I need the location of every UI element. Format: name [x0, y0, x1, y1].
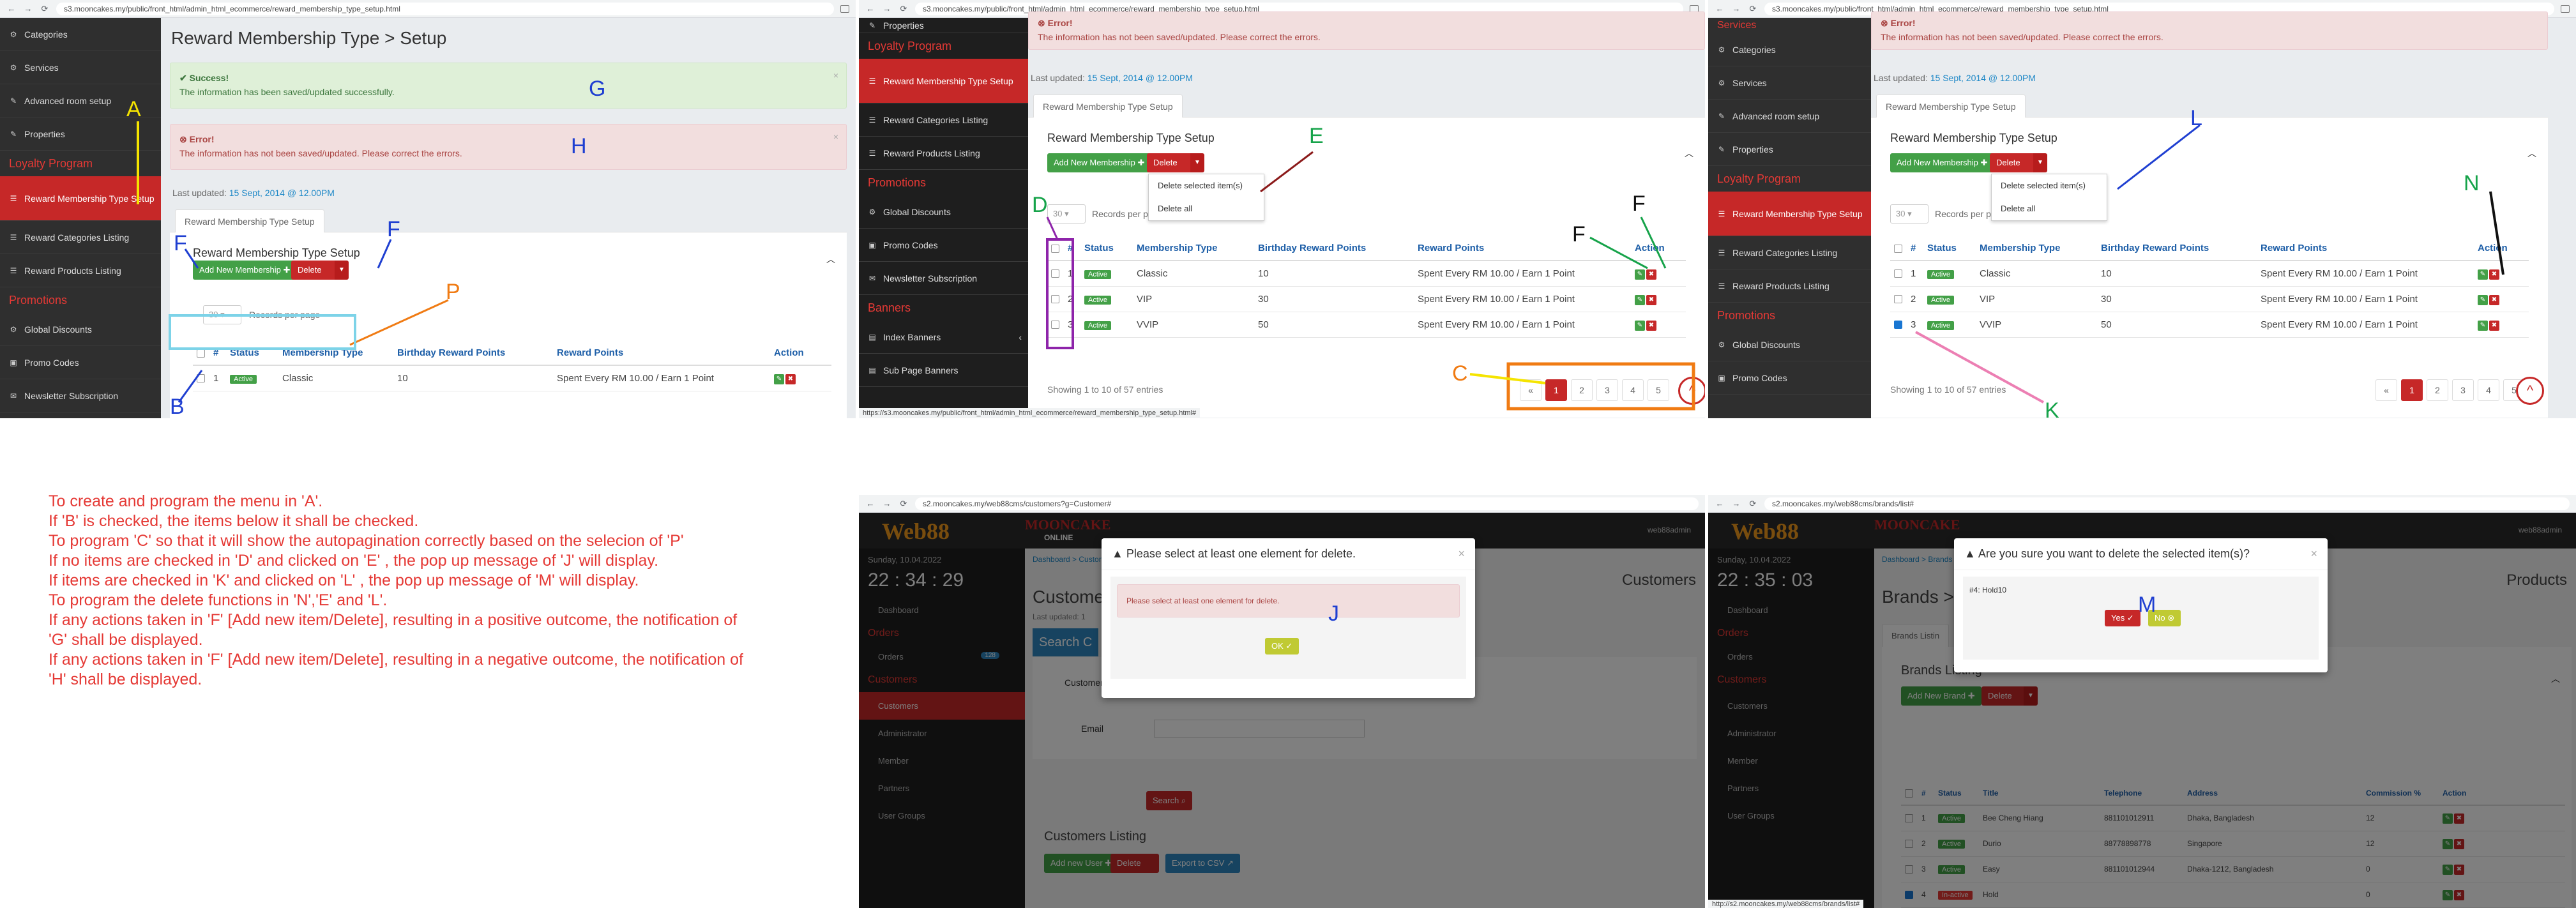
annotation-label-j: J [1328, 602, 1339, 626]
annotation-line-f3 [1589, 236, 1648, 269]
annotation-box-d [1046, 238, 1074, 349]
annotation-label-f: F [387, 217, 400, 241]
annotation-label-p: P [446, 280, 460, 304]
annotation-label-b: B [170, 395, 185, 419]
annotation-label-m: M [2138, 593, 2156, 617]
annotation-line-f1 [184, 248, 199, 269]
annotation-line-l [2117, 124, 2201, 190]
annotation-box-c [1506, 362, 1695, 411]
annotation-line-f2 [377, 239, 392, 269]
annotation-label-g: G [589, 77, 606, 101]
annotation-label-d: D [1032, 193, 1048, 217]
annotation-label-k: K [2045, 398, 2059, 423]
annotation-label-f: F [1572, 222, 1586, 246]
annotation-line-p [349, 299, 449, 346]
annotation-line-n [2489, 191, 2504, 275]
annotation-label-n: N [2464, 171, 2480, 195]
composite-screenshot: ← → ⟳ s3.mooncakes.my/public/front_html/… [0, 0, 2576, 908]
annotation-overlay [137, 121, 2504, 411]
annotation-label-a: A [126, 97, 141, 121]
annotation-label-c: C [1452, 361, 1468, 386]
annotation-label-h: H [571, 134, 587, 158]
annotation-label-e: E [1309, 124, 1324, 148]
annotation-line-d [1046, 216, 1059, 240]
annotation-label-l: L [2190, 106, 2202, 130]
annotation-box-p [169, 314, 356, 350]
annotation-line-e [1260, 151, 1314, 193]
annotation-line-f4 [1640, 216, 1667, 269]
annotation-label-f: F [174, 231, 187, 255]
annotation-label-f: F [1632, 192, 1646, 216]
annotation-line-k [1915, 331, 2044, 404]
